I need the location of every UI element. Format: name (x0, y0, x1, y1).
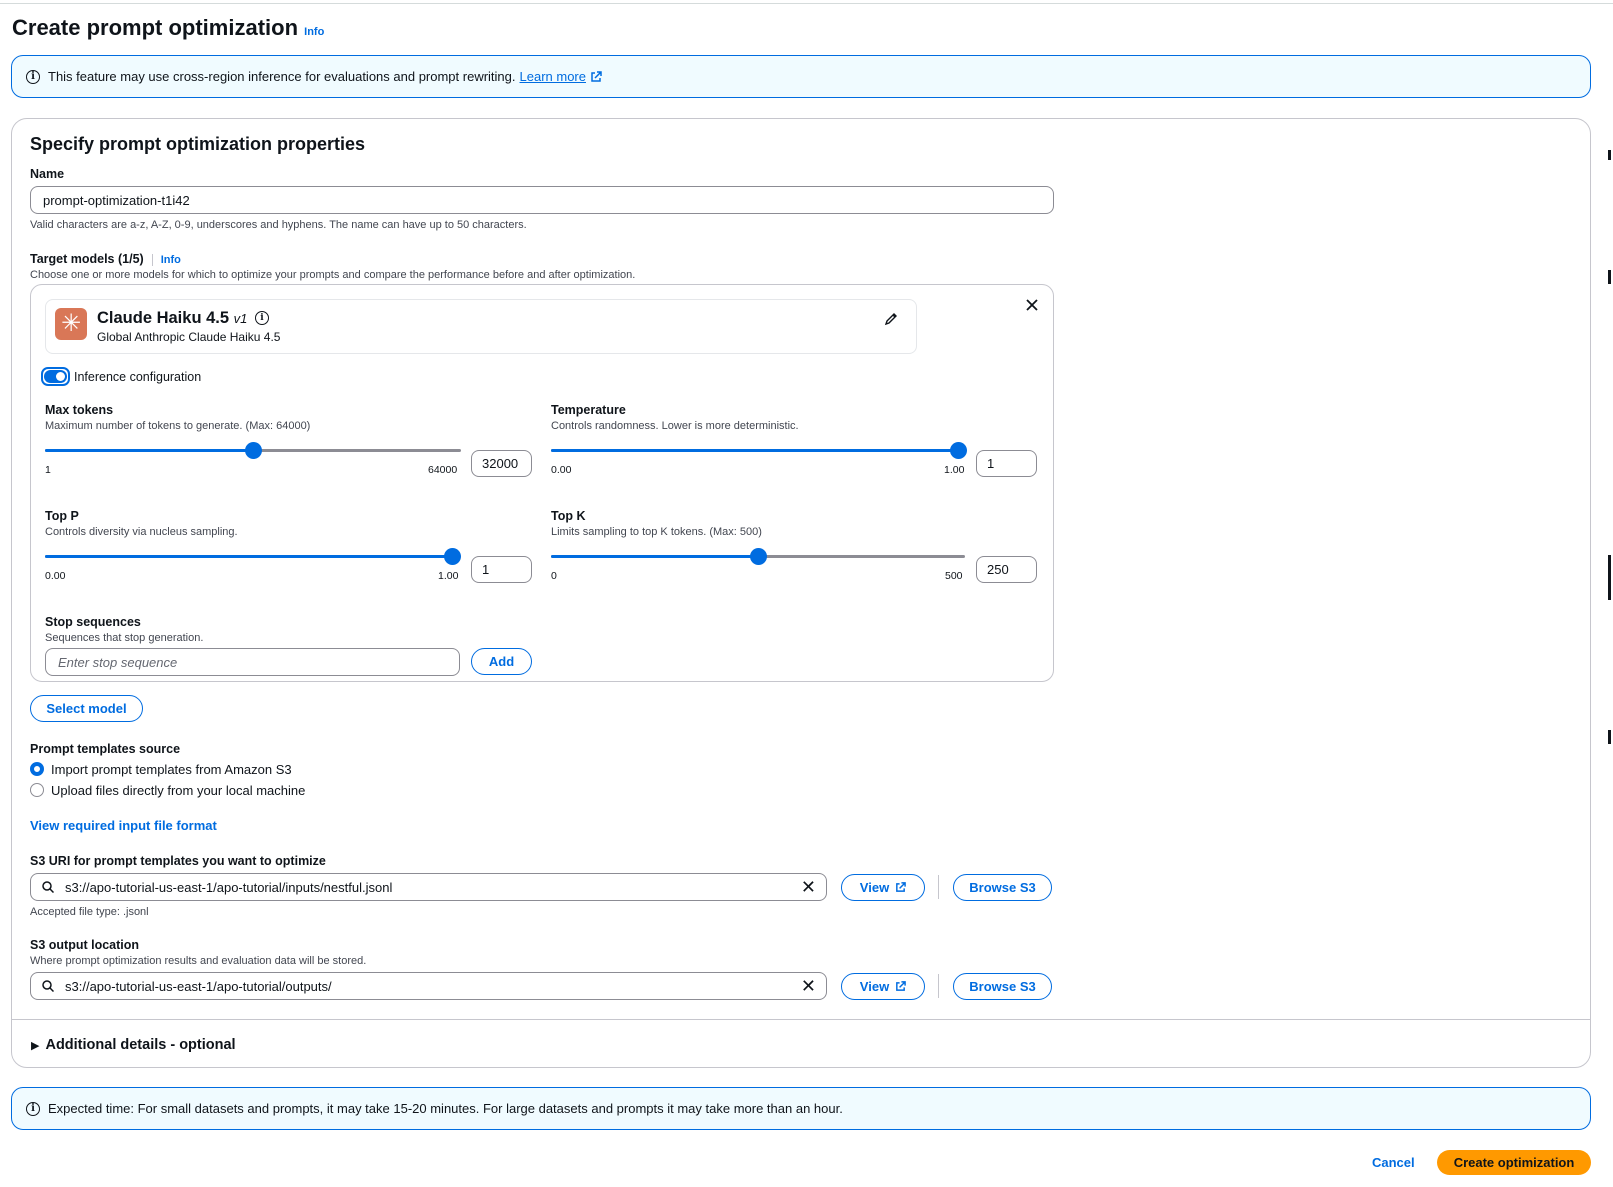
s3-input-label: S3 URI for prompt templates you want to … (30, 854, 326, 868)
expected-time-text: Expected time: For small datasets and pr… (48, 1101, 843, 1116)
stop-sequences-desc: Sequences that stop generation. (45, 632, 204, 644)
inference-toggle-label: Inference configuration (74, 370, 202, 384)
temperature-input[interactable]: 1 (976, 450, 1037, 477)
top-p-label: Top P (45, 509, 79, 523)
radio-upload-local[interactable] (30, 783, 44, 797)
close-icon[interactable] (1025, 298, 1039, 312)
max-tokens-input[interactable]: 32000 (471, 450, 532, 477)
section-heading: Specify prompt optimization properties (30, 134, 366, 154)
radio-import-s3-label[interactable]: Import prompt templates from Amazon S3 (51, 762, 292, 777)
select-model-button[interactable]: Select model (30, 695, 143, 722)
edit-icon[interactable] (884, 312, 898, 326)
anthropic-logo-icon: ✳ (55, 308, 87, 340)
scrollbar-mark (1608, 730, 1611, 744)
s3-input-view-button[interactable]: View (841, 874, 925, 901)
s3-output-field[interactable]: s3://apo-tutorial-us-east-1/apo-tutorial… (30, 972, 827, 1000)
stop-sequence-input[interactable]: Enter stop sequence (45, 648, 460, 676)
top-border (0, 3, 1613, 4)
section-divider (12, 1019, 1590, 1020)
max-tokens-slider[interactable] (45, 442, 461, 459)
scrollbar-mark (1608, 270, 1611, 284)
create-optimization-button[interactable]: Create optimization (1437, 1150, 1591, 1175)
clear-icon[interactable]: ✕ (801, 878, 816, 896)
top-p-slider[interactable] (45, 548, 461, 565)
top-k-max: 500 (945, 570, 963, 582)
scrollbar-mark (1608, 150, 1611, 160)
search-icon (42, 881, 54, 893)
cancel-button[interactable]: Cancel (1372, 1155, 1415, 1170)
external-link-icon[interactable] (590, 70, 602, 83)
external-link-icon (896, 981, 907, 991)
target-models-info-link[interactable]: Info (161, 254, 181, 266)
learn-more-link[interactable]: Learn more (520, 69, 586, 84)
info-icon: i (26, 1101, 40, 1116)
top-k-input[interactable]: 250 (976, 556, 1037, 583)
s3-input-value: s3://apo-tutorial-us-east-1/apo-tutorial… (65, 879, 393, 895)
temperature-min: 0.00 (551, 464, 572, 476)
temperature-label: Temperature (551, 403, 626, 417)
add-stop-sequence-button[interactable]: Add (471, 648, 532, 675)
scrollbar-mark (1608, 555, 1611, 600)
top-k-slider[interactable] (551, 548, 965, 565)
max-tokens-min: 1 (45, 464, 51, 476)
inference-toggle[interactable] (41, 367, 70, 386)
top-k-slider-handle[interactable] (750, 548, 767, 565)
target-models-label: Target models (1/5) Info (30, 252, 181, 266)
expected-time-alert: i Expected time: For small datasets and … (11, 1087, 1591, 1130)
top-k-desc: Limits sampling to top K tokens. (Max: 5… (551, 526, 762, 538)
radio-import-s3[interactable] (30, 762, 44, 776)
caret-right-icon: ▶ (31, 1040, 40, 1052)
s3-input-field[interactable]: s3://apo-tutorial-us-east-1/apo-tutorial… (30, 873, 827, 901)
s3-output-value: s3://apo-tutorial-us-east-1/apo-tutorial… (65, 978, 332, 994)
page-title: Create prompt optimization Info (12, 15, 325, 40)
temperature-max: 1.00 (944, 464, 965, 476)
top-p-input[interactable]: 1 (471, 556, 532, 583)
max-tokens-max: 64000 (428, 464, 458, 476)
target-models-desc: Choose one or more models for which to o… (30, 269, 636, 281)
top-p-max: 1.00 (438, 570, 459, 582)
s3-output-label: S3 output location (30, 938, 140, 952)
search-icon (42, 980, 54, 992)
view-input-format-link[interactable]: View required input file format (30, 818, 217, 833)
s3-output-view-button[interactable]: View (841, 973, 925, 1000)
s3-input-browse-button[interactable]: Browse S3 (953, 874, 1052, 901)
top-p-slider-handle[interactable] (444, 548, 461, 565)
stop-sequences-label: Stop sequences (45, 615, 141, 629)
temperature-slider-handle[interactable] (950, 442, 967, 459)
max-tokens-label: Max tokens (45, 403, 114, 417)
info-icon: i (26, 69, 40, 84)
temperature-desc: Controls randomness. Lower is more deter… (551, 420, 799, 432)
s3-input-hint: Accepted file type: .jsonl (30, 906, 149, 918)
radio-upload-local-label[interactable]: Upload files directly from your local ma… (51, 783, 305, 798)
external-link-icon (896, 882, 907, 892)
model-info-icon[interactable]: i (255, 311, 269, 325)
divider (938, 974, 939, 998)
top-k-label: Top K (551, 509, 586, 523)
top-p-desc: Controls diversity via nucleus sampling. (45, 526, 238, 538)
cross-region-alert: i This feature may use cross-region infe… (11, 55, 1591, 98)
temperature-slider[interactable] (551, 442, 967, 459)
top-k-min: 0 (551, 570, 557, 582)
s3-output-browse-button[interactable]: Browse S3 (953, 973, 1052, 1000)
name-input[interactable]: prompt-optimization-t1i42 (30, 186, 1054, 214)
model-subtitle: Global Anthropic Claude Haiku 4.5 (97, 330, 281, 344)
divider (938, 875, 939, 899)
alert-text: This feature may use cross-region infere… (48, 69, 516, 84)
name-label: Name (30, 167, 65, 181)
templates-source-label: Prompt templates source (30, 742, 181, 756)
page-info-link[interactable]: Info (304, 26, 324, 38)
max-tokens-desc: Maximum number of tokens to generate. (M… (45, 420, 311, 432)
s3-output-desc: Where prompt optimization results and ev… (30, 955, 367, 967)
additional-details-expander[interactable]: ▶ Additional details - optional (31, 1037, 236, 1053)
model-name: Claude Haiku 4.5 v1 (97, 309, 248, 327)
name-hint: Valid characters are a-z, A-Z, 0-9, unde… (30, 219, 527, 231)
max-tokens-slider-handle[interactable] (245, 442, 262, 459)
top-p-min: 0.00 (45, 570, 66, 582)
clear-icon[interactable]: ✕ (801, 977, 816, 995)
